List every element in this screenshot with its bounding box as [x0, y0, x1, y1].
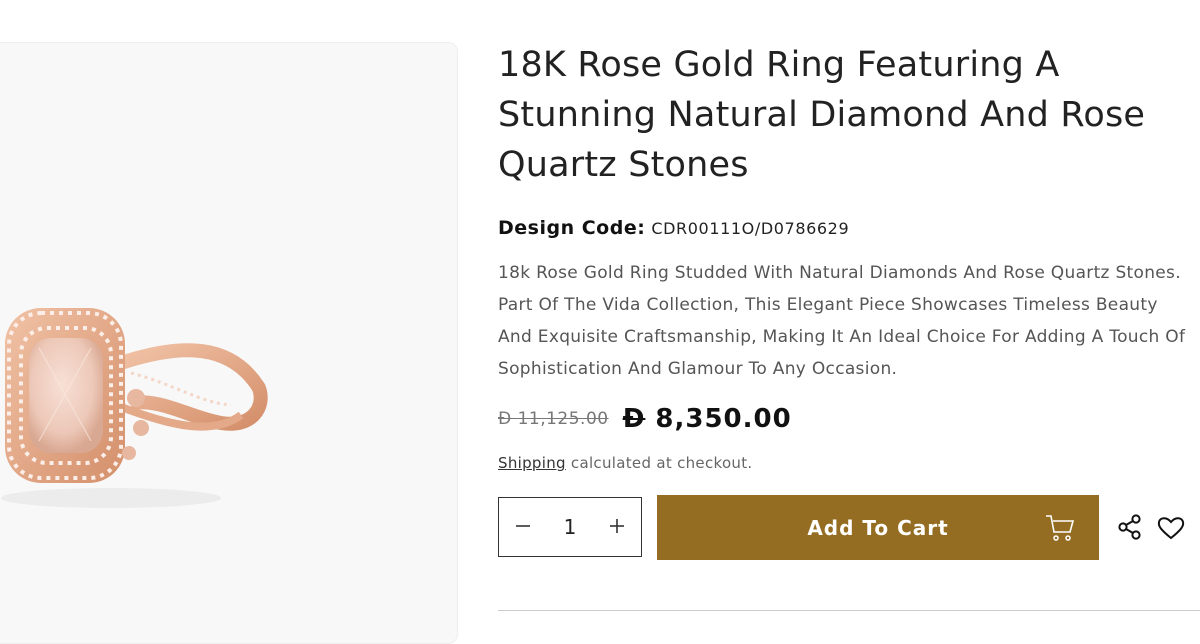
quantity-stepper: 1 [498, 497, 642, 557]
product-info: 18K Rose Gold Ring Featuring A Stunning … [498, 40, 1198, 385]
section-divider [498, 610, 1200, 611]
design-code-value: CDR00111O/D0786629 [651, 219, 850, 238]
currency-symbol: Ð [622, 404, 646, 434]
share-icon[interactable] [1117, 514, 1143, 544]
product-image-gallery[interactable] [0, 42, 458, 644]
product-description: 18k Rose Gold Ring Studded With Natural … [498, 263, 1186, 379]
sale-price-value: 8,350.00 [655, 404, 792, 434]
design-code-label: Design Code: [498, 217, 646, 239]
cart-icon [1045, 514, 1075, 547]
plus-icon[interactable] [603, 515, 631, 540]
price-row: Ð 11,125.00 Ð 8,350.00 [498, 404, 792, 434]
shipping-text: calculated at checkout. [565, 454, 753, 472]
compare-at-price: Ð 11,125.00 [498, 409, 609, 429]
design-code: Design Code: CDR00111O/D0786629 [498, 214, 1198, 243]
ring-product-image [1, 308, 268, 508]
add-to-cart-button[interactable]: Add To Cart [657, 495, 1099, 560]
product-title: 18K Rose Gold Ring Featuring A Stunning … [498, 45, 1146, 185]
shipping-note: Shipping calculated at checkout. [498, 454, 753, 472]
shipping-link[interactable]: Shipping [498, 454, 566, 472]
heart-icon[interactable] [1157, 516, 1185, 544]
add-to-cart-label: Add To Cart [807, 515, 949, 540]
sale-price: Ð 8,350.00 [623, 404, 792, 434]
quantity-value[interactable]: 1 [564, 515, 577, 539]
minus-icon[interactable] [509, 515, 537, 540]
